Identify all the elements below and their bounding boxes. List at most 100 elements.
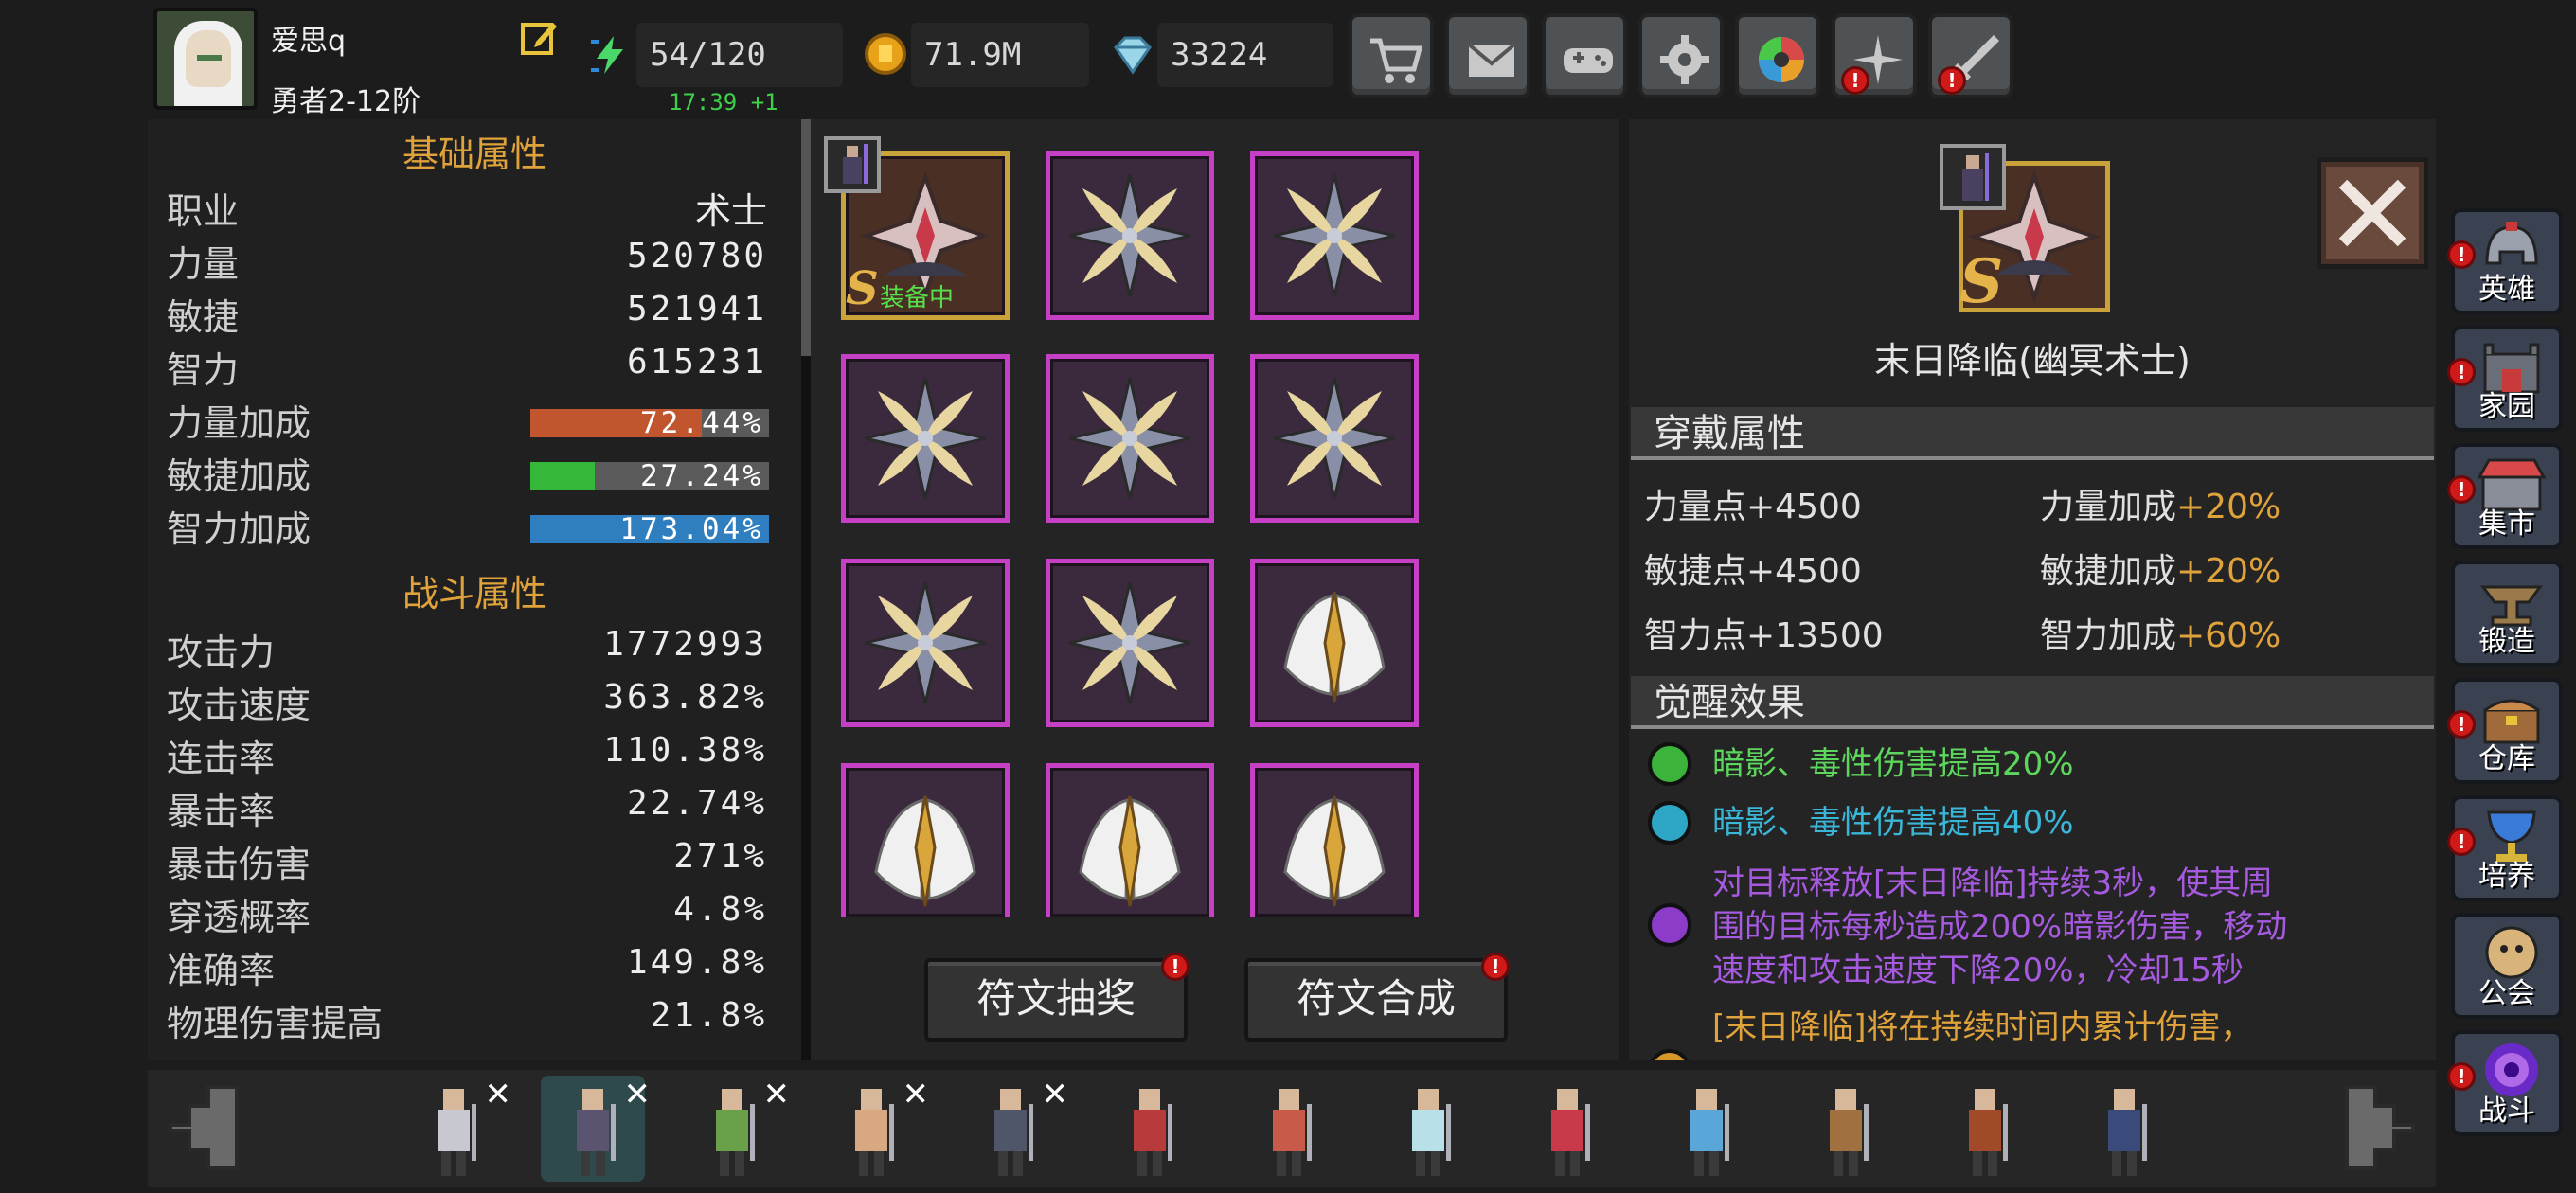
hero-10-portrait[interactable] <box>1655 1076 1759 1182</box>
arrow-right-icon <box>2345 1085 2415 1170</box>
hero-8-portrait[interactable] <box>1376 1076 1480 1182</box>
wear-stat-str-points: 力量点+4500 <box>1644 488 1862 526</box>
close-button[interactable] <box>2317 157 2428 269</box>
hero-sprite <box>1412 1089 1451 1176</box>
rune-slot[interactable] <box>841 354 1010 523</box>
mail-button[interactable] <box>1445 13 1530 98</box>
rune-slot[interactable] <box>841 559 1010 727</box>
nav-label: 英雄 <box>2478 273 2535 306</box>
edit-name-icon[interactable] <box>519 17 561 59</box>
rune-slot[interactable] <box>1046 559 1214 727</box>
player-avatar[interactable] <box>153 8 258 110</box>
stats-panel[interactable]: 基础属性 职业 术士 力量 520780 敏捷 521941 智力 615231… <box>148 119 801 1060</box>
sword-button[interactable]: ! <box>1928 13 2013 98</box>
wings-rune-icon <box>1283 591 1386 703</box>
sparkle-button[interactable]: ! <box>1832 13 1917 98</box>
nav-anvil-button[interactable]: 锻造 <box>2451 561 2563 667</box>
equipped-tag: 装备中 <box>880 284 955 312</box>
lens-icon <box>1759 37 1804 82</box>
nav-chalice-button[interactable]: 培养! <box>2447 795 2563 901</box>
rune-merge-button[interactable]: 符文合成 ! <box>1244 953 1510 1042</box>
gamepad-button[interactable] <box>1542 13 1627 98</box>
crit-rate-value: 22.74% <box>626 784 767 823</box>
rune-slot[interactable] <box>1046 763 1214 917</box>
cross-rune-icon <box>864 581 987 704</box>
penetration-value: 4.8% <box>673 890 767 929</box>
nav-label: 家园 <box>2478 390 2535 423</box>
nav-castle-button[interactable]: 家园! <box>2447 326 2563 432</box>
physical-damage-value: 21.8% <box>650 996 767 1035</box>
hero-5-portrait[interactable]: ✕ <box>958 1076 1068 1182</box>
accuracy-label: 准确率 <box>167 950 276 991</box>
rune-merge-label: 符文合成 <box>1296 975 1456 1022</box>
cross-rune-icon <box>1068 581 1191 704</box>
nav-helmet-button[interactable]: 英雄! <box>2447 208 2563 314</box>
rune-list-scrollbar[interactable] <box>801 119 811 1060</box>
wear-attributes-header: 穿戴属性 <box>1631 407 2434 460</box>
prev-hero-button[interactable] <box>152 1076 246 1180</box>
energy-timer: 17:39 +1 <box>669 89 778 116</box>
rune-slot[interactable] <box>1250 354 1419 523</box>
hero-sprite <box>2108 1089 2147 1176</box>
intelligence-bonus-value: 173.04% <box>619 512 763 546</box>
rune-slot[interactable] <box>1046 151 1214 320</box>
hero-13-portrait[interactable] <box>2072 1076 2176 1182</box>
gem-icon <box>1110 34 1155 76</box>
hero-dismiss-icon[interactable]: ✕ <box>485 1076 512 1113</box>
rune-slot[interactable] <box>841 763 1010 917</box>
hero-dismiss-icon[interactable]: ✕ <box>1042 1076 1069 1113</box>
intelligence-value: 615231 <box>626 343 767 382</box>
nav-alert-badge: ! <box>2447 475 2476 504</box>
close-icon <box>2338 179 2406 247</box>
hero-11-portrait[interactable] <box>1794 1076 1898 1182</box>
gem-value: 33224 <box>1157 23 1333 87</box>
awaken-effects-header: 觉醒效果 <box>1631 676 2434 729</box>
hero-4-portrait[interactable]: ✕ <box>819 1076 929 1182</box>
hero-sprite <box>1551 1089 1590 1176</box>
hero-dismiss-icon[interactable]: ✕ <box>763 1076 791 1113</box>
hero-3-portrait[interactable]: ✕ <box>680 1076 790 1182</box>
rune-slot[interactable] <box>1046 354 1214 523</box>
rune-slot[interactable] <box>1250 559 1419 727</box>
gacha-button[interactable] <box>1735 13 1820 98</box>
rune-draw-button[interactable]: 符文抽奖 ! <box>924 953 1190 1042</box>
agility-bonus-label: 敏捷加成 <box>167 455 312 497</box>
gamepad-icon <box>1564 48 1613 73</box>
intelligence-bonus-label: 智力加成 <box>167 508 312 550</box>
agility-value: 521941 <box>626 290 767 329</box>
hero-sprite <box>1690 1089 1729 1176</box>
nav-guild-button[interactable]: 公会 <box>2451 913 2563 1019</box>
player-rank: 勇者2-12阶 <box>271 85 421 118</box>
next-hero-button[interactable] <box>2337 1076 2432 1180</box>
hero-9-portrait[interactable] <box>1515 1076 1619 1182</box>
shop-cart-button[interactable] <box>1349 13 1434 98</box>
rune-slot[interactable] <box>1250 151 1419 320</box>
energy-value: 54/120 <box>636 23 843 87</box>
wear-stat-agi-bonus: 敏捷加成+20% <box>2040 552 2281 591</box>
agility-bonus-bar: 27.24% <box>530 459 769 493</box>
hero-12-portrait[interactable] <box>1933 1076 2037 1182</box>
nav-market-button[interactable]: 集市! <box>2447 443 2563 549</box>
physical-damage-label: 物理伤害提高 <box>167 1003 384 1044</box>
mail-icon <box>1467 43 1516 77</box>
nav-chest-button[interactable]: 仓库! <box>2447 678 2563 784</box>
rune-grade-badge: S <box>846 262 879 315</box>
hero-7-portrait[interactable] <box>1237 1076 1341 1182</box>
attack-speed-value: 363.82% <box>603 678 767 717</box>
nav-alert-badge: ! <box>2447 1062 2476 1091</box>
settings-button[interactable] <box>1638 13 1724 98</box>
nav-portal-button[interactable]: 战斗! <box>2447 1030 2563 1136</box>
strength-label: 力量 <box>167 243 240 285</box>
hero-6-portrait[interactable] <box>1098 1076 1202 1182</box>
hero-dismiss-icon[interactable]: ✕ <box>903 1076 930 1113</box>
intelligence-bonus-bar: 173.04% <box>530 512 769 546</box>
arrow-left-icon <box>169 1085 239 1170</box>
wings-rune-icon <box>874 795 976 907</box>
rune-slot[interactable] <box>1250 763 1419 917</box>
hero-2-portrait[interactable]: ✕ <box>541 1076 651 1182</box>
hero-1-portrait[interactable]: ✕ <box>402 1076 511 1182</box>
cross-rune-icon <box>1273 377 1396 500</box>
energy-icon <box>589 34 631 76</box>
hero-dismiss-icon[interactable]: ✕ <box>624 1076 652 1113</box>
wear-stat-agi-points: 敏捷点+4500 <box>1644 552 1862 591</box>
